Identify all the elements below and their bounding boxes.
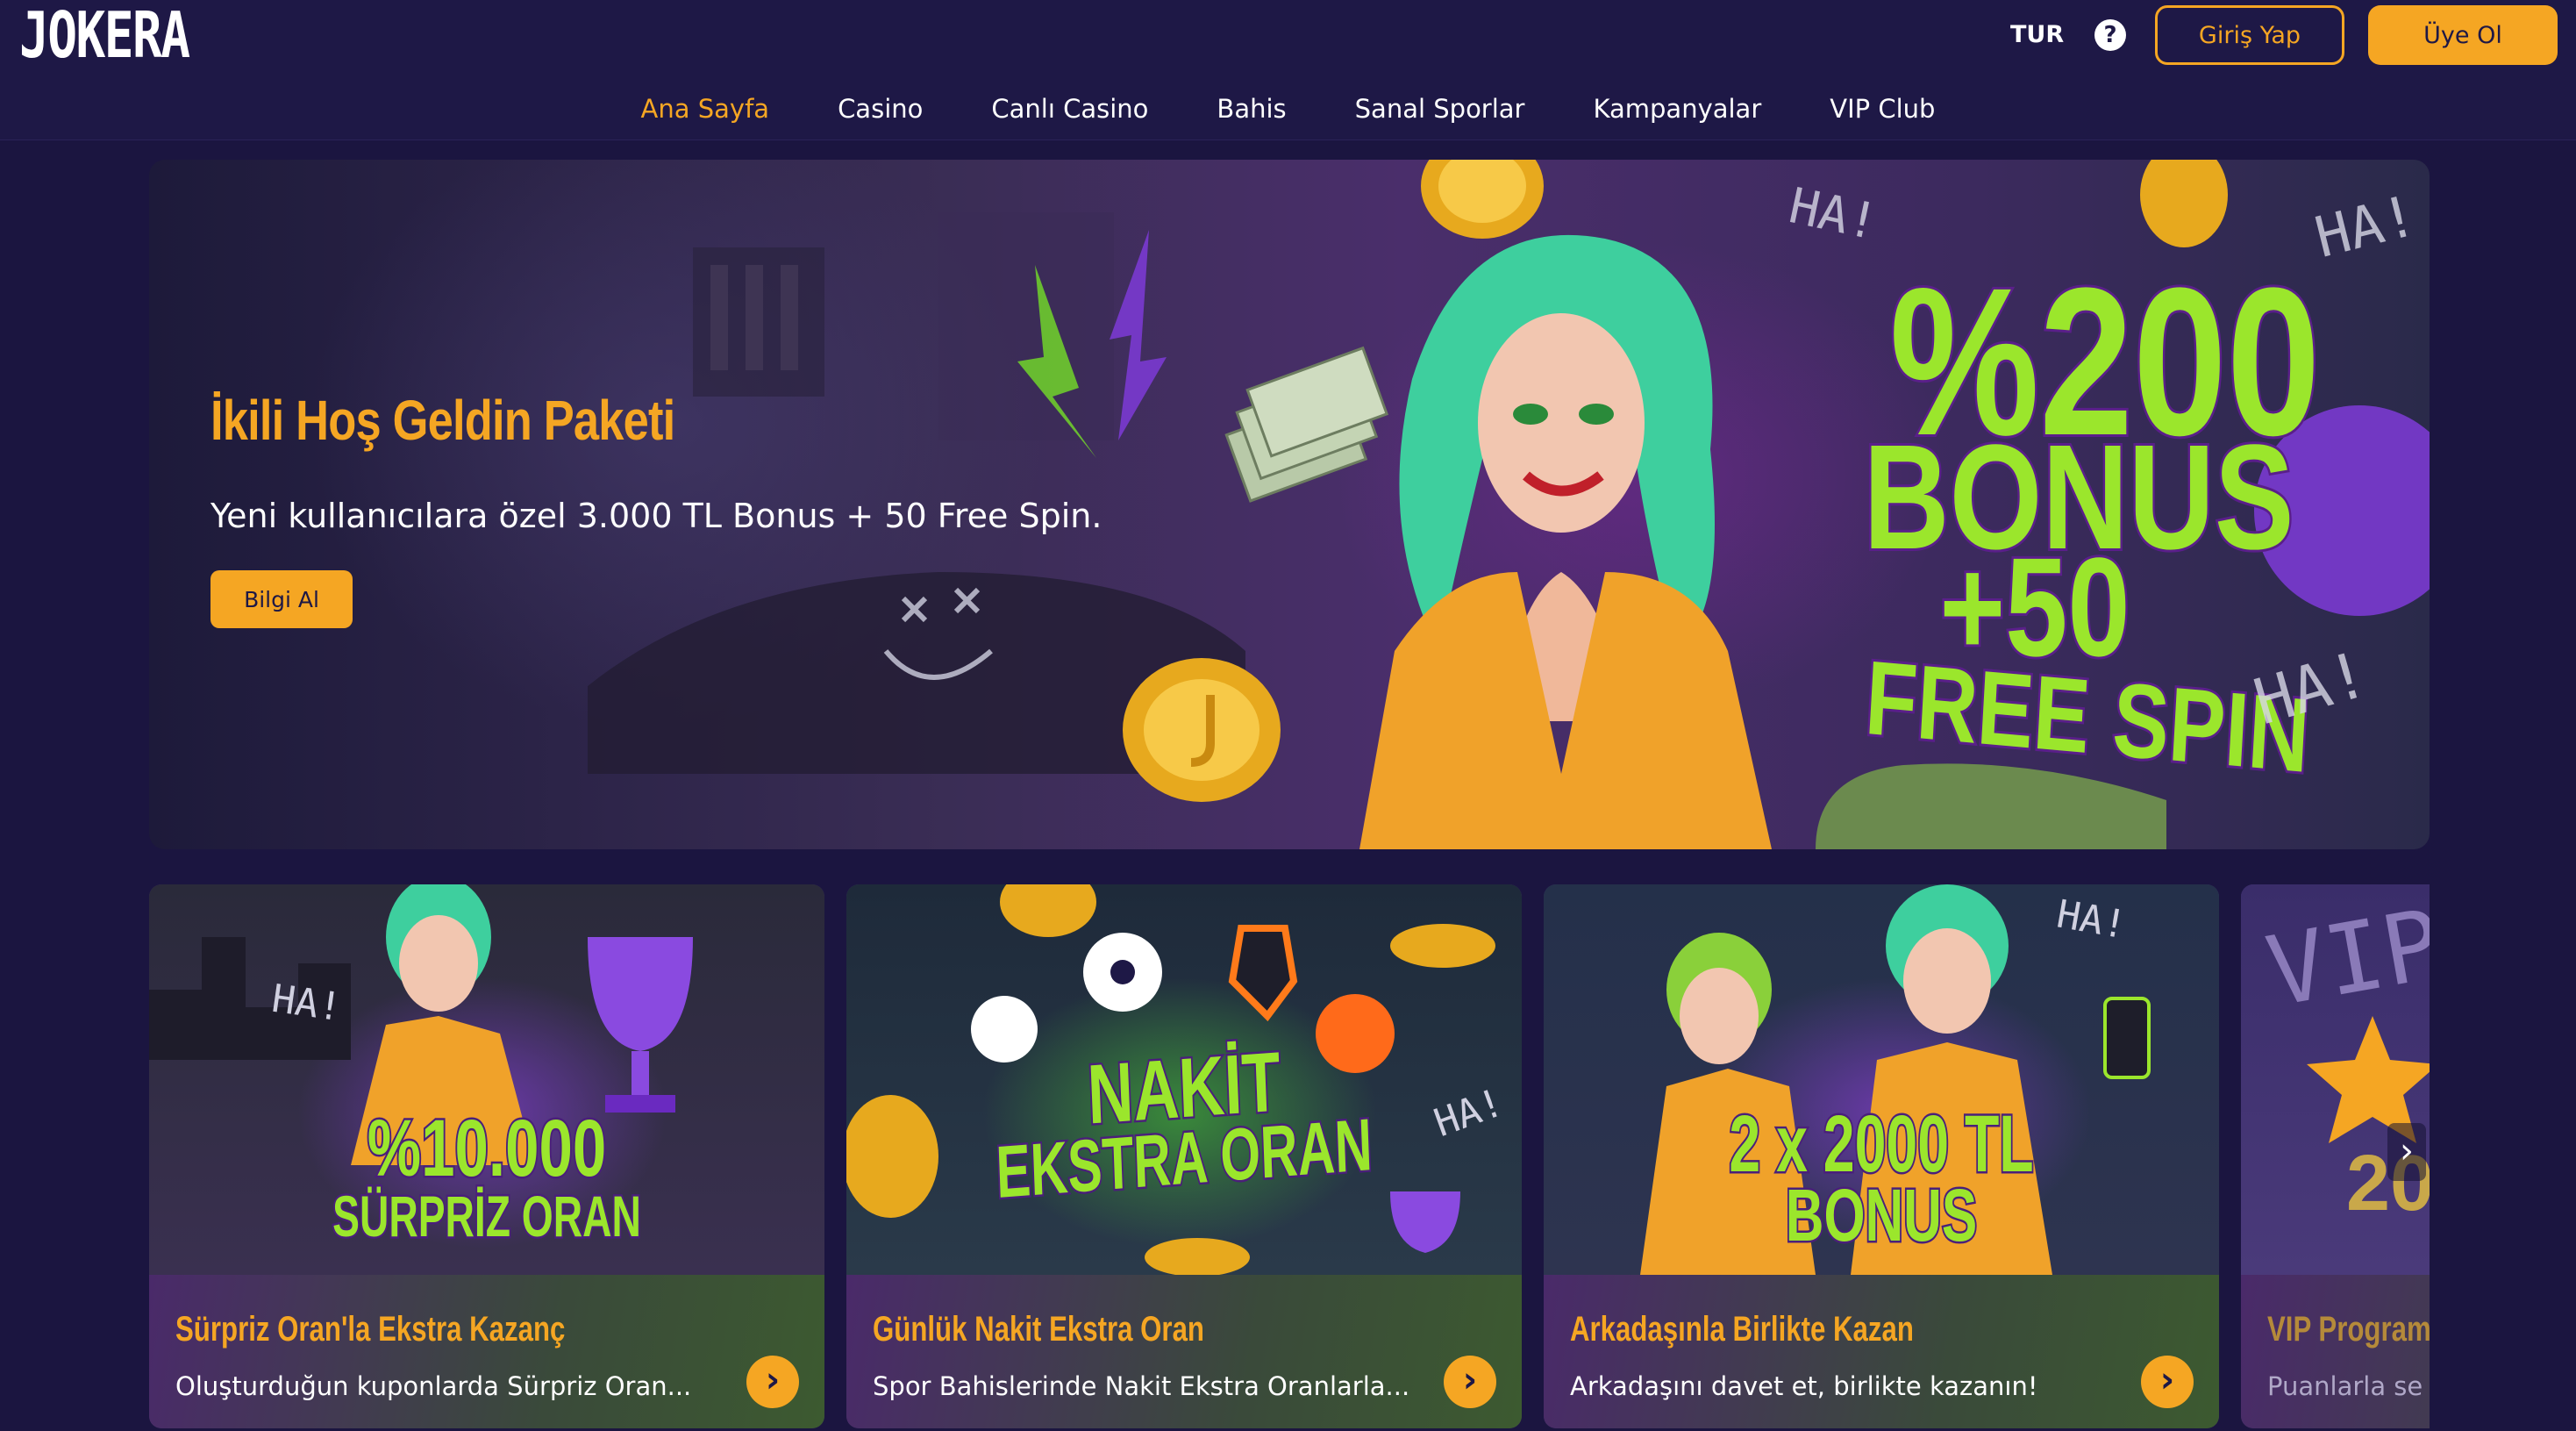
nav-item-ana-sayfa[interactable]: Ana Sayfa xyxy=(607,88,804,130)
promo-card-footer: VIP Programı Puanlarla se xyxy=(2241,1275,2430,1428)
language-selector[interactable]: TUR xyxy=(2010,21,2064,48)
promo-card-image: VIP 20 xyxy=(2241,884,2430,1275)
slider-next-button[interactable]: › xyxy=(2387,1123,2426,1181)
signup-button[interactable]: Üye Ol xyxy=(2368,5,2558,65)
promo-card-description: Spor Bahislerinde Nakit Ekstra Oranlarla… xyxy=(873,1371,1410,1401)
promo-card-arkadasinla-kazan[interactable]: 2 x 2000 TL BONUS HA! Arkadaşınla Birlik… xyxy=(1544,884,2219,1428)
chevron-right-icon[interactable]: › xyxy=(746,1356,799,1408)
card-ha-text: HA! xyxy=(268,976,345,1031)
card-banner-line2: SÜRPRİZ ORAN xyxy=(331,1184,642,1249)
promo-card-surpriz-oran[interactable]: %10.000 SÜRPRİZ ORAN HA! Sürpriz Oran'la… xyxy=(149,884,824,1428)
premier-league-logo-icon xyxy=(971,996,1038,1063)
promo-card-description: Oluşturduğun kuponlarda Sürpriz Oran... xyxy=(175,1371,692,1401)
nav-item-kampanyalar[interactable]: Kampanyalar xyxy=(1559,88,1795,130)
nav-item-canli-casino[interactable]: Canlı Casino xyxy=(957,88,1182,130)
promo-card-nakit-ekstra-oran[interactable]: NAKİT EKSTRA ORAN HA! Günlük Nakit Ekstr… xyxy=(846,884,1522,1428)
chevron-right-icon[interactable]: › xyxy=(2141,1356,2194,1408)
nav-item-casino[interactable]: Casino xyxy=(803,88,957,130)
card-banner-line1: 2 x 2000 TL xyxy=(1728,1099,2036,1189)
promo-card-footer: Sürpriz Oran'la Ekstra Kazanç Oluşturduğ… xyxy=(149,1275,824,1428)
promo-card-title: Arkadaşınla Birlikte Kazan xyxy=(1570,1310,1914,1349)
promo-cards-slider: %10.000 SÜRPRİZ ORAN HA! Sürpriz Oran'la… xyxy=(149,884,2430,1428)
coin-icon xyxy=(1123,658,1281,802)
card-banner-line2: BONUS xyxy=(1784,1174,1979,1256)
nav-item-sanal-sporlar[interactable]: Sanal Sporlar xyxy=(1321,88,1559,130)
phone-icon xyxy=(2103,997,2151,1079)
nav-item-vip-club[interactable]: VIP Club xyxy=(1795,88,1969,130)
promo-card-title: Günlük Nakit Ekstra Oran xyxy=(873,1310,1204,1349)
nav-item-bahis[interactable]: Bahis xyxy=(1182,88,1320,130)
main-nav: Ana Sayfa Casino Canlı Casino Bahis Sana… xyxy=(0,88,2576,130)
top-header: JOKERA TUR ? Giriş Yap Üye Ol Ana Sayfa … xyxy=(0,0,2576,140)
login-button[interactable]: Giriş Yap xyxy=(2155,5,2344,65)
promo-card-image: %10.000 SÜRPRİZ ORAN HA! xyxy=(149,884,824,1275)
hero-subtitle: Yeni kullanıcılara özel 3.000 TL Bonus +… xyxy=(211,497,1102,535)
hero-title: İkili Hoş Geldin Paketi xyxy=(211,389,675,452)
chevron-right-icon[interactable]: › xyxy=(1444,1356,1496,1408)
europa-league-logo-icon xyxy=(1228,925,1298,1022)
jokera-logo[interactable]: JOKERA xyxy=(19,2,190,68)
promo-card-image: 2 x 2000 TL BONUS HA! xyxy=(1544,884,2219,1275)
joker-character-illustration xyxy=(1359,234,1772,849)
promo-card-description: Puanlarla se xyxy=(2267,1371,2423,1401)
promo-card-description: Arkadaşını davet et, birlikte kazanın! xyxy=(1570,1371,2038,1401)
promo-card-image: NAKİT EKSTRA ORAN HA! xyxy=(846,884,1522,1277)
card-banner-line1: %10.000 xyxy=(366,1104,608,1193)
hero-banner[interactable]: %200 BONUS +50 FREE SPIN HA! HA! HA! İki… xyxy=(149,160,2430,849)
hero-info-button[interactable]: Bilgi Al xyxy=(211,570,353,628)
promo-card-title: VIP Programı xyxy=(2267,1310,2430,1349)
promo-card-title: Sürpriz Oran'la Ekstra Kazanç xyxy=(175,1310,566,1349)
help-icon[interactable]: ? xyxy=(2094,19,2126,51)
promo-card-footer: Arkadaşınla Birlikte Kazan Arkadaşını da… xyxy=(1544,1275,2219,1428)
promo-card-footer: Günlük Nakit Ekstra Oran Spor Bahislerin… xyxy=(846,1275,1522,1428)
